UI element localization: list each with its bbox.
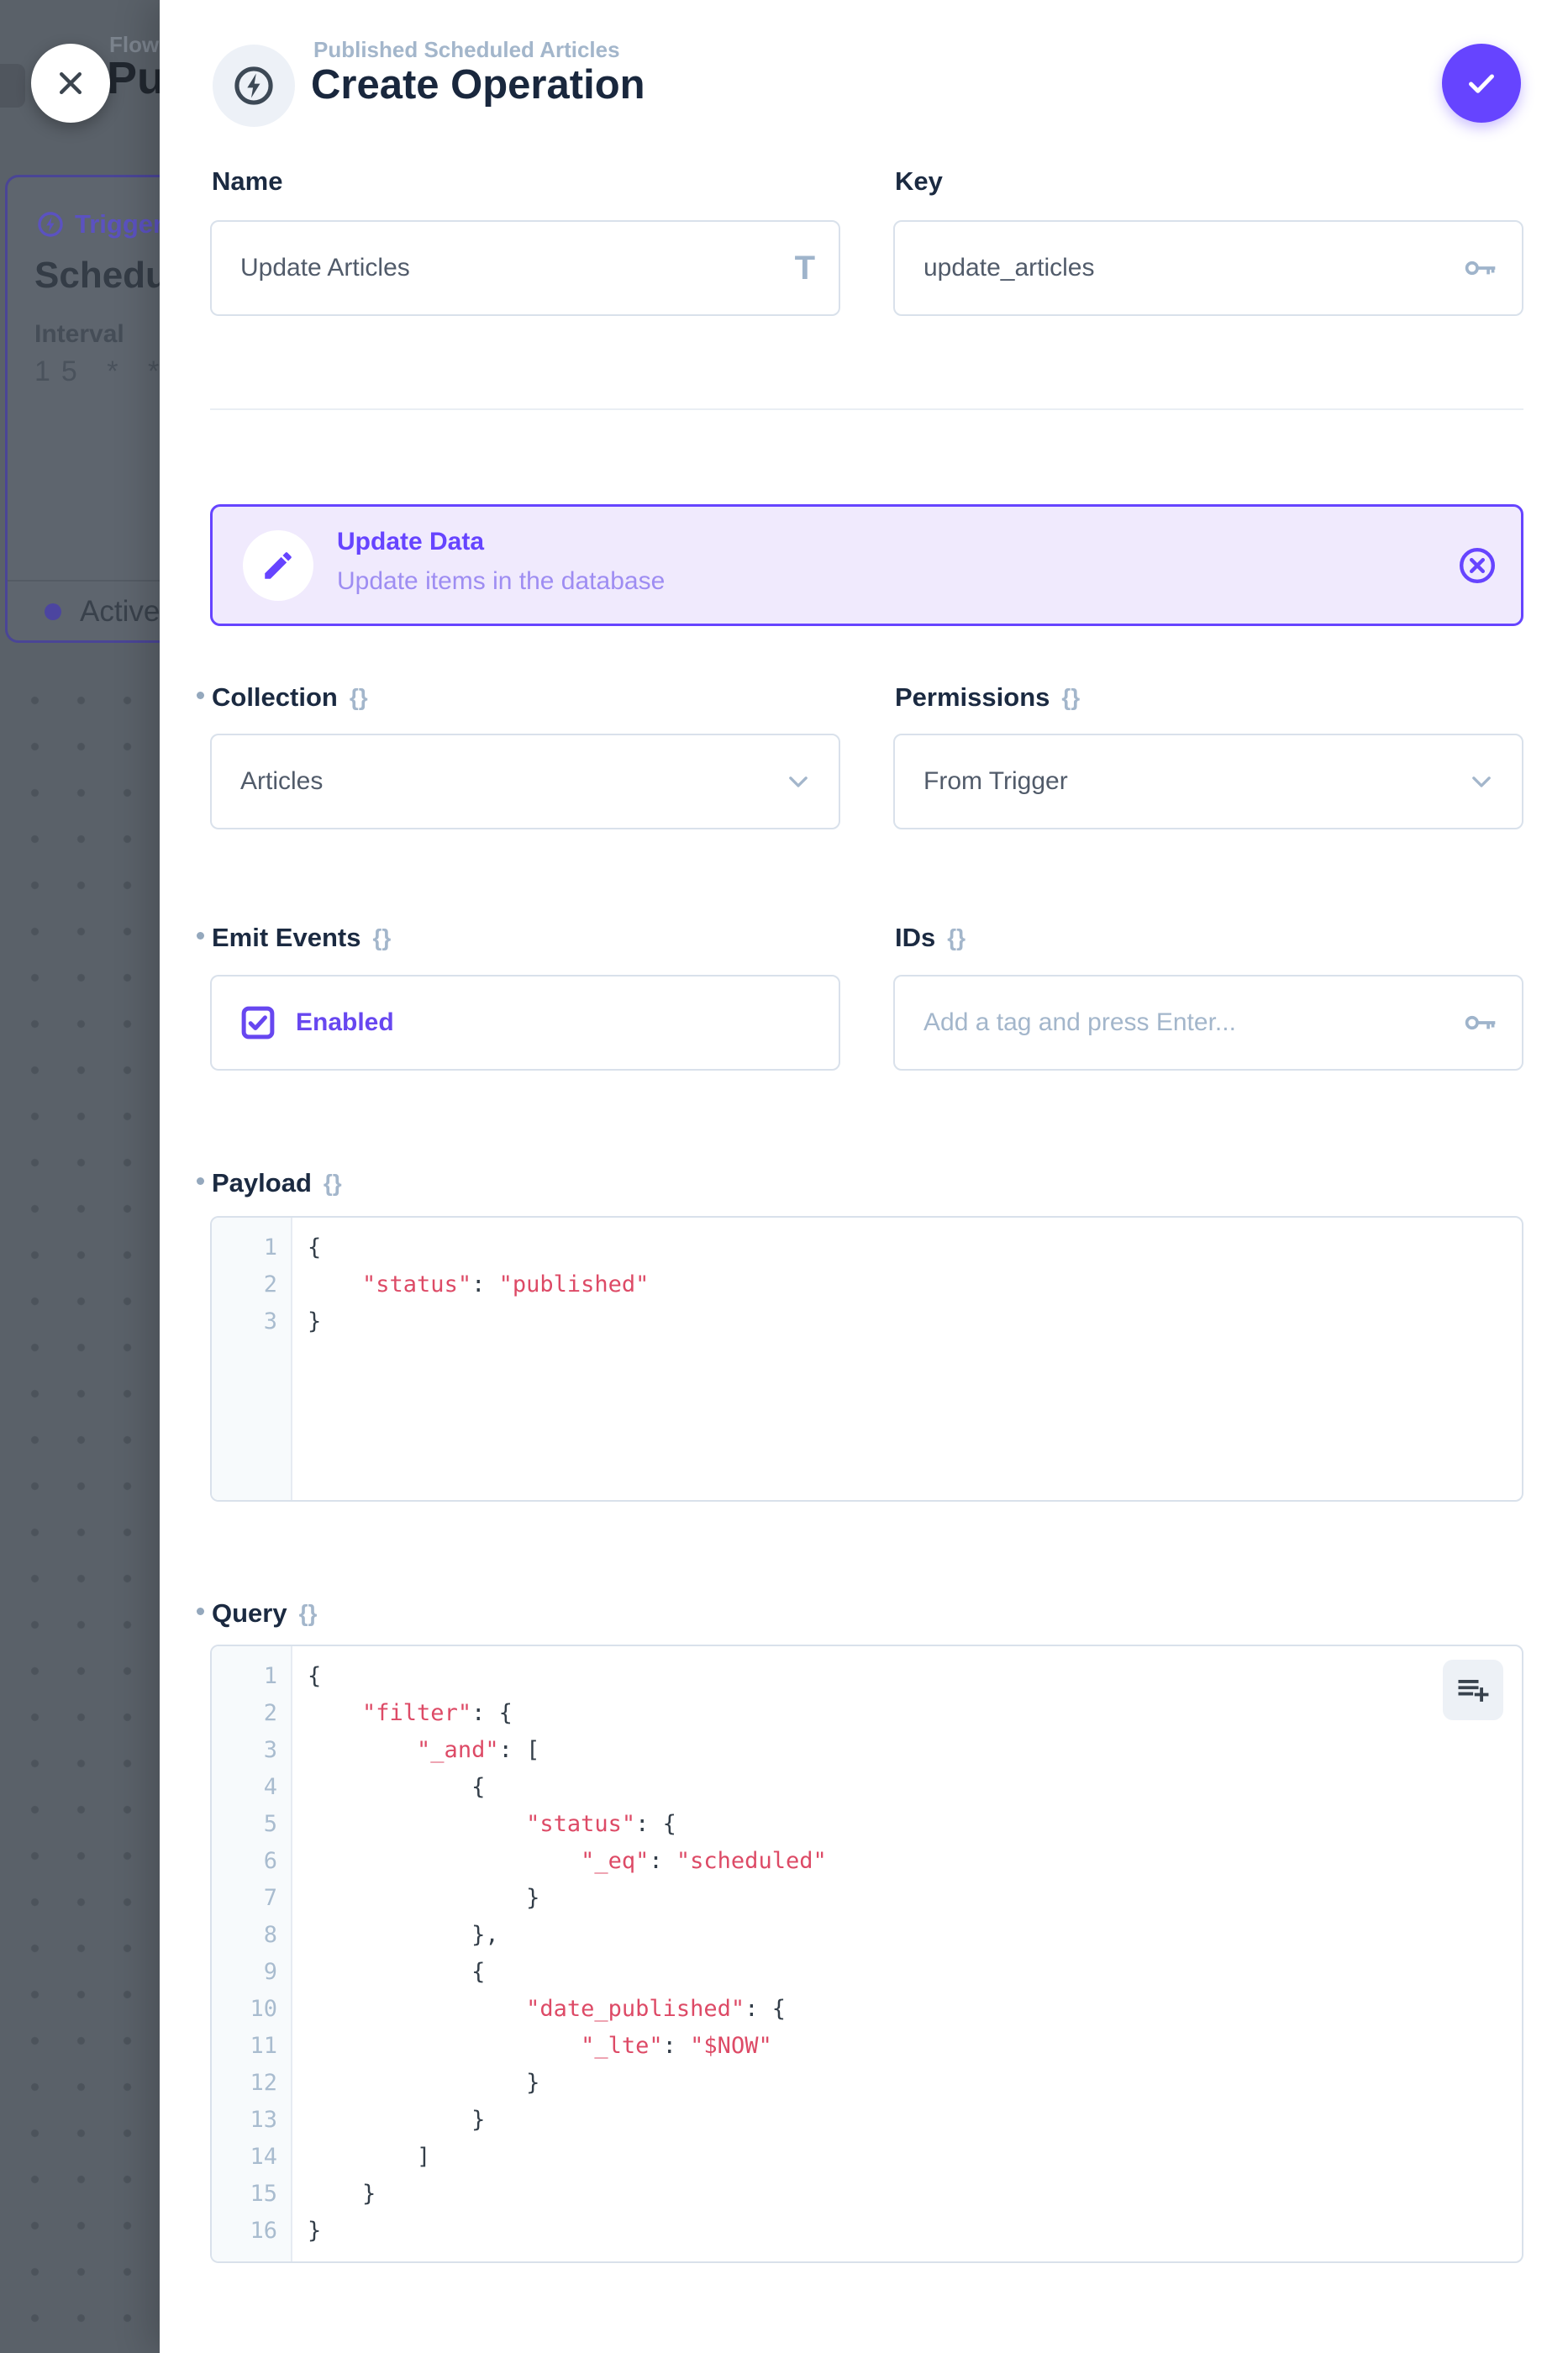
braces-icon[interactable]: {}: [947, 924, 966, 951]
trigger-panel-card[interactable]: Trigger Schedul Interval 15 * * * * Acti…: [5, 175, 160, 643]
key-label: Key: [895, 166, 943, 197]
status-label: Active: [80, 595, 160, 629]
enabled-checkbox-label: Enabled: [296, 976, 394, 1069]
operation-avatar: [213, 45, 295, 127]
key-label-text: Key: [895, 166, 943, 197]
payload-label: Payload {}: [212, 1168, 342, 1198]
title-case-icon[interactable]: T: [795, 222, 815, 314]
cancel-circle-icon: [1457, 545, 1497, 586]
ids-tag-input-placeholder[interactable]: Add a tag and press Enter...: [923, 976, 1236, 1069]
ids-label-text: IDs: [895, 923, 935, 953]
braces-icon[interactable]: {}: [350, 684, 368, 711]
name-label: Name: [212, 166, 282, 197]
permissions-select-value: From Trigger: [923, 735, 1068, 828]
operation-type-description: Update items in the database: [337, 567, 665, 596]
collection-select-value: Articles: [240, 735, 323, 828]
required-dot: [197, 1177, 204, 1185]
emit-events-label-text: Emit Events: [212, 923, 360, 953]
checkbox-checked-icon[interactable]: [239, 1003, 277, 1042]
operation-type-banner[interactable]: Update Data Update items in the database: [210, 504, 1523, 626]
pencil-icon: [243, 530, 313, 601]
payload-label-text: Payload: [212, 1168, 312, 1198]
trigger-badge: Trigger: [36, 209, 160, 240]
trigger-type-label: Interval: [34, 320, 124, 349]
check-icon: [1462, 64, 1501, 103]
query-code-editor[interactable]: 12345678910111213141516 { "filter": { "_…: [210, 1645, 1523, 2263]
trigger-card-footer: Active: [8, 580, 160, 640]
query-label-text: Query: [212, 1598, 287, 1629]
collection-label-text: Collection: [212, 682, 338, 713]
bolt-circle-icon: [230, 62, 277, 109]
chevron-down-icon: [1465, 735, 1498, 828]
key-icon: [1461, 976, 1498, 1069]
ids-tag-input-wrapper: Add a tag and press Enter...: [893, 975, 1523, 1071]
section-divider: [210, 408, 1523, 410]
braces-icon[interactable]: {}: [299, 1600, 318, 1627]
emit-events-checkbox-field[interactable]: Enabled: [210, 975, 840, 1071]
required-dot: [197, 692, 204, 699]
close-icon: [54, 66, 87, 100]
collection-label: Collection {}: [212, 682, 368, 713]
ids-label: IDs {}: [895, 923, 966, 953]
query-line-numbers: 12345678910111213141516: [212, 1646, 292, 2261]
status-dot-icon: [45, 603, 61, 620]
playlist-add-icon: [1455, 1671, 1492, 1708]
payload-line-numbers: 123: [212, 1218, 292, 1500]
braces-icon[interactable]: {}: [324, 1170, 342, 1197]
trigger-cron-value: 15 * * * *: [34, 355, 160, 388]
save-operation-button[interactable]: [1442, 44, 1521, 123]
braces-icon[interactable]: {}: [372, 924, 391, 951]
required-dot: [197, 932, 204, 940]
bolt-circle-icon: [36, 210, 65, 239]
background-page-dimmed: Flows Pu Trigger Schedul Interval 15 * *…: [0, 0, 160, 2353]
name-label-text: Name: [212, 166, 282, 197]
key-input-wrapper: update_articles: [893, 220, 1523, 316]
query-label: Query {}: [212, 1598, 317, 1629]
emit-events-label: Emit Events {}: [212, 923, 391, 953]
background-page-title: Pu: [107, 52, 160, 104]
back-button-dimmed: [0, 64, 25, 108]
braces-icon[interactable]: {}: [1061, 684, 1080, 711]
query-code-content[interactable]: { "filter": { "_and": [ { "status": { "_…: [294, 1646, 1522, 2261]
permissions-select[interactable]: From Trigger: [893, 734, 1523, 829]
operation-type-title: Update Data: [337, 528, 484, 556]
trigger-card-title: Schedul: [34, 255, 160, 297]
payload-code-content[interactable]: { "status": "published"}: [294, 1218, 1522, 1500]
chevron-down-icon: [781, 735, 815, 828]
flow-status-toggle[interactable]: Active: [45, 595, 160, 629]
permissions-label: Permissions {}: [895, 682, 1080, 713]
key-input[interactable]: update_articles: [923, 222, 1094, 314]
name-input[interactable]: Update Articles: [240, 222, 410, 314]
add-field-template-button[interactable]: [1443, 1660, 1503, 1720]
name-input-wrapper: Update Articles T: [210, 220, 840, 316]
canvas-dot-grid: [0, 662, 160, 2353]
required-dot: [197, 1608, 204, 1615]
payload-code-editor[interactable]: 123 { "status": "published"}: [210, 1216, 1523, 1502]
app-root: Flows Pu Trigger Schedul Interval 15 * *…: [0, 0, 1568, 2353]
collection-select[interactable]: Articles: [210, 734, 840, 829]
permissions-label-text: Permissions: [895, 682, 1050, 713]
remove-operation-type-button[interactable]: [1457, 545, 1497, 586]
drawer-breadcrumb: Published Scheduled Articles: [313, 37, 620, 63]
drawer-title: Create Operation: [311, 61, 645, 108]
close-drawer-button[interactable]: [31, 44, 110, 123]
create-operation-drawer: Published Scheduled Articles Create Oper…: [160, 0, 1568, 2353]
key-icon: [1461, 222, 1498, 314]
trigger-badge-label: Trigger: [75, 209, 160, 240]
